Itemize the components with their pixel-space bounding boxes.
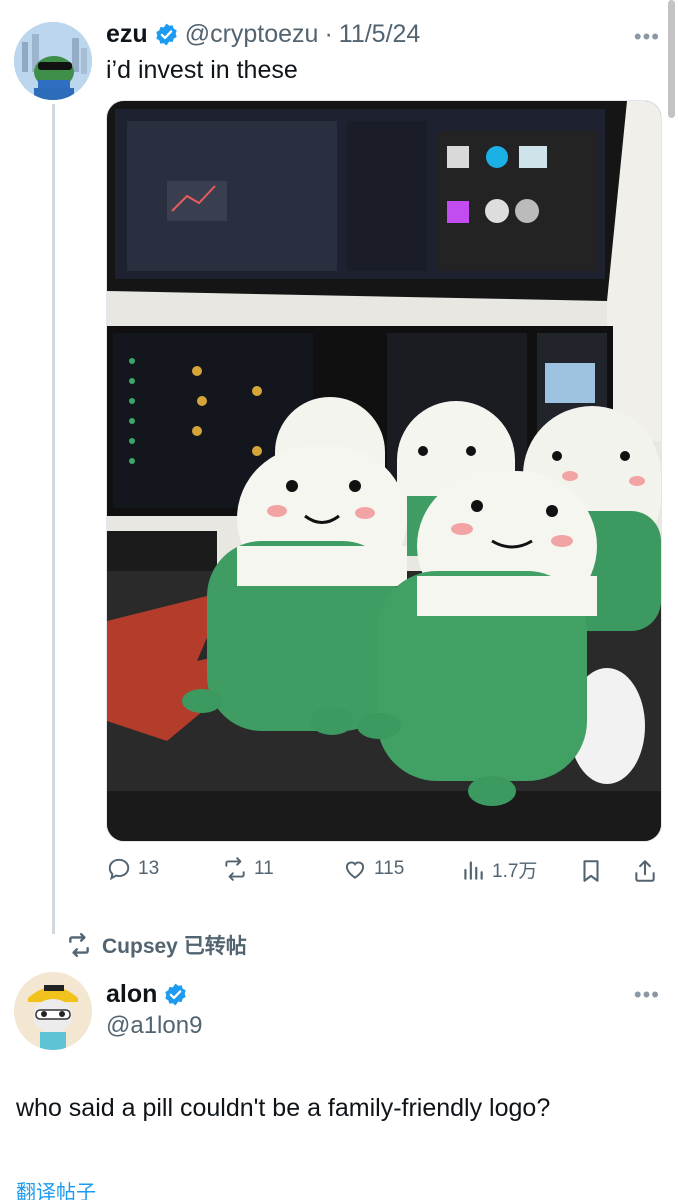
like-button[interactable]: 115	[342, 856, 404, 882]
reply-icon	[108, 858, 130, 881]
views-button[interactable]: 1.7万	[460, 856, 537, 883]
views-chart-icon	[464, 860, 483, 880]
photo-pill-plushies-icon	[107, 101, 661, 841]
tweet1-header: ezu @cryptoezu · 11/5/24	[106, 20, 420, 49]
tweet-text: i’d invest in these	[106, 56, 298, 84]
tweet-actions: 13 11 115 1.7万	[106, 856, 662, 890]
tweet-text: who said a pill couldn't be a family-fri…	[16, 1094, 551, 1122]
avatar-image	[14, 972, 92, 1050]
post-date[interactable]: 11/5/24	[339, 20, 421, 49]
repost-button[interactable]: 11	[222, 856, 274, 882]
repost-count: 11	[254, 858, 274, 879]
reply-count: 13	[138, 858, 160, 879]
verified-badge-icon	[165, 983, 187, 1006]
author-name[interactable]: alon	[106, 980, 157, 1009]
thread-connector-line	[52, 104, 55, 934]
author-name[interactable]: ezu	[106, 20, 148, 49]
translate-post-link[interactable]: 翻译帖子	[16, 1176, 96, 1200]
tweet-photo[interactable]	[106, 100, 662, 842]
like-count: 115	[374, 858, 405, 879]
bookmark-icon[interactable]	[578, 858, 604, 884]
repost-banner-text: Cupsey 已转帖	[102, 935, 247, 958]
repost-icon	[69, 932, 89, 958]
views-count: 1.7万	[492, 861, 538, 882]
reply-button[interactable]: 13	[106, 856, 159, 882]
avatar-image	[14, 22, 92, 100]
scrollbar[interactable]	[668, 0, 675, 118]
repost-banner[interactable]: Cupsey 已转帖	[66, 930, 247, 960]
more-icon[interactable]: •••	[634, 982, 660, 1008]
separator-dot: ·	[324, 20, 333, 48]
avatar-alon[interactable]	[14, 972, 92, 1050]
share-icon[interactable]	[632, 858, 658, 884]
author-handle[interactable]: @cryptoezu	[185, 20, 319, 49]
repost-icon	[225, 857, 245, 881]
heart-icon	[345, 861, 365, 879]
more-icon[interactable]: •••	[634, 24, 660, 50]
tweet2-header: alon	[106, 980, 188, 1009]
verified-badge-icon	[155, 23, 177, 46]
author-handle[interactable]: @a1lon9	[106, 1012, 202, 1040]
avatar-ezu[interactable]	[14, 22, 92, 100]
